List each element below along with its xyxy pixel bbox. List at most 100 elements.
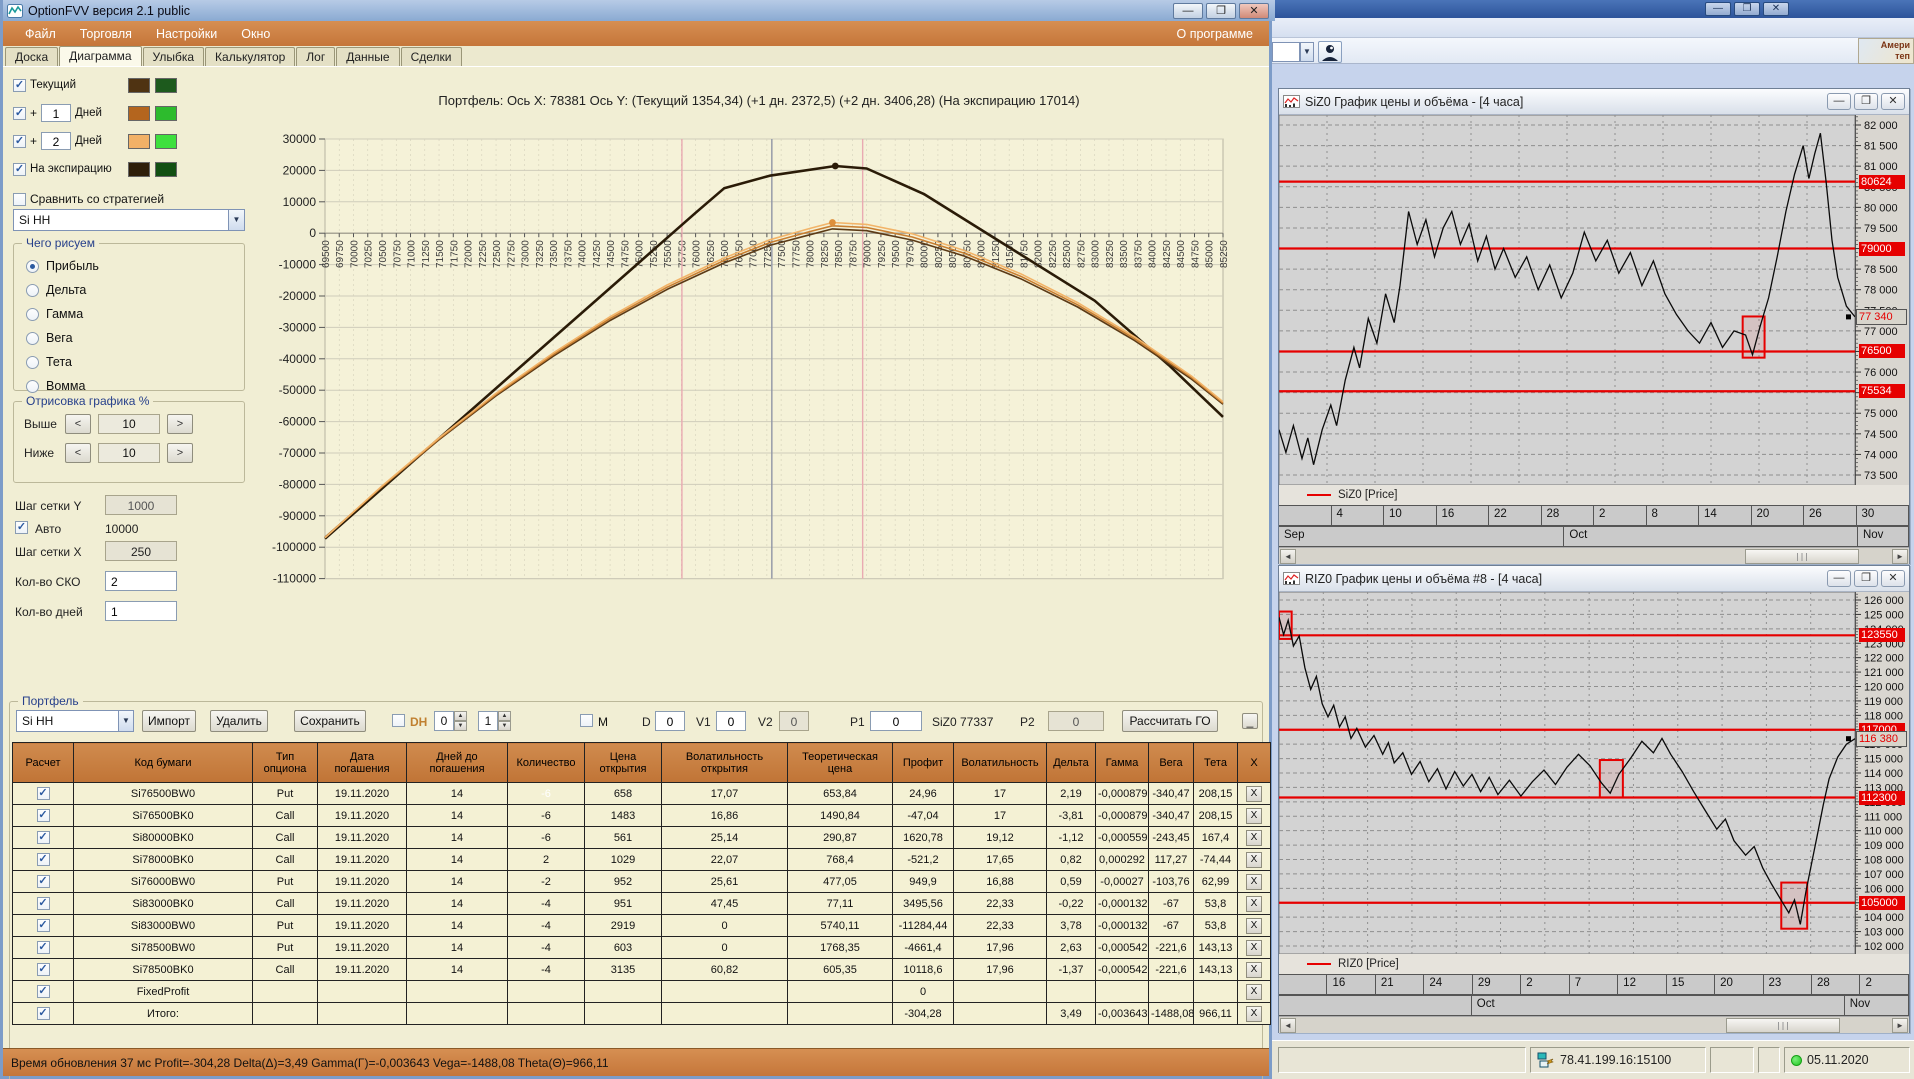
chevron-down-icon[interactable]: ▼: [228, 210, 244, 230]
restore-icon[interactable]: ❐: [1854, 93, 1878, 110]
table-row[interactable]: ✓ Si76500BW0 Put 19.11.2020 14 -6 658 17,07 653,…: [12, 782, 1271, 805]
siz0-scrollbar[interactable]: ◄ ►: [1279, 547, 1909, 564]
remove-row-button[interactable]: X: [1246, 939, 1262, 956]
increment-button[interactable]: >: [167, 443, 193, 463]
scroll-left-icon[interactable]: ◄: [1280, 549, 1296, 564]
scrollbar-thumb[interactable]: [1745, 549, 1859, 564]
series-checkbox[interactable]: ✓: [13, 106, 26, 120]
riz0-scrollbar[interactable]: ◄ ►: [1279, 1016, 1909, 1033]
sko-input[interactable]: [105, 571, 177, 591]
radio-icon[interactable]: [26, 379, 39, 393]
remove-row-button[interactable]: X: [1246, 961, 1262, 978]
row-enabled-checkbox[interactable]: ✓: [36, 919, 50, 932]
riz0-price-plot[interactable]: [1278, 591, 1856, 955]
table-row[interactable]: ✓ Si83000BK0 Call 19.11.2020 14 -4 951 47,45 77,…: [12, 892, 1271, 915]
row-enabled-checkbox[interactable]: ✓: [36, 809, 50, 822]
color-swatch[interactable]: [155, 133, 177, 149]
close-icon[interactable]: ✕: [1881, 570, 1905, 587]
row-enabled-checkbox[interactable]: ✓: [36, 831, 50, 844]
minimize-icon[interactable]: —: [1827, 570, 1851, 587]
close-icon[interactable]: ✕: [1881, 93, 1905, 110]
remove-row-button[interactable]: X: [1246, 785, 1262, 802]
spin-value[interactable]: 1: [478, 711, 498, 731]
draw-option-Гамма[interactable]: Гамма: [26, 302, 244, 326]
close-icon[interactable]: ✕: [1763, 2, 1789, 16]
tab-Улыбка[interactable]: Улыбка: [142, 47, 205, 66]
table-row[interactable]: ✓ Si80000BK0 Call 19.11.2020 14 -6 561 25,14 290…: [12, 826, 1271, 849]
decrement-button[interactable]: <: [65, 443, 91, 463]
restore-icon[interactable]: ❐: [1734, 2, 1760, 16]
minimize-icon[interactable]: —: [1173, 2, 1203, 19]
table-row[interactable]: ✓ Si78500BK0 Call 19.11.2020 14 -4 3135 60,82 60…: [12, 958, 1271, 981]
tab-Лог[interactable]: Лог: [296, 47, 336, 66]
color-swatch[interactable]: [128, 133, 150, 149]
terminal-combo-box[interactable]: [1272, 42, 1300, 62]
table-row[interactable]: ✓ Итого: -304,28 3,49 -0,003643 -1488,08 966,1…: [12, 1002, 1271, 1025]
spin-up-icon[interactable]: ▲: [454, 711, 467, 721]
chevron-down-icon[interactable]: ▼: [1300, 42, 1314, 62]
series-checkbox[interactable]: ✓: [13, 162, 26, 176]
v2-input[interactable]: [779, 711, 809, 731]
siz0-window-titlebar[interactable]: SiZ0 График цены и объёма - [4 часа] — ❐…: [1279, 89, 1909, 115]
row-enabled-checkbox[interactable]: ✓: [36, 941, 50, 954]
table-row[interactable]: ✓ Si78500BW0 Put 19.11.2020 14 -4 603 0 1768,35-…: [12, 936, 1271, 959]
minimize-icon[interactable]: —: [1827, 93, 1851, 110]
tab-Данные[interactable]: Данные: [336, 47, 400, 66]
row-enabled-checkbox[interactable]: ✓: [36, 787, 50, 800]
spin-down-icon[interactable]: ▼: [454, 721, 467, 731]
chevron-down-icon[interactable]: ▼: [118, 711, 133, 731]
remove-row-button[interactable]: X: [1246, 895, 1262, 912]
spin-up-icon[interactable]: ▲: [498, 711, 511, 721]
remove-row-button[interactable]: X: [1246, 873, 1262, 890]
draw-option-Прибыль[interactable]: Прибыль: [26, 254, 244, 278]
remove-row-button[interactable]: X: [1246, 851, 1262, 868]
restore-icon[interactable]: ❐: [1206, 2, 1236, 19]
tab-Диаграмма[interactable]: Диаграмма: [59, 46, 142, 66]
color-swatch[interactable]: [155, 77, 177, 93]
days-count-input[interactable]: [105, 601, 177, 621]
scroll-right-icon[interactable]: ►: [1892, 1018, 1908, 1033]
v1-input[interactable]: [716, 711, 746, 731]
instrument-select[interactable]: Si HH ▼: [13, 209, 245, 231]
draw-option-Дельта[interactable]: Дельта: [26, 278, 244, 302]
color-swatch[interactable]: [155, 105, 177, 121]
menu-about[interactable]: О программе: [1177, 27, 1259, 41]
collapse-button[interactable]: _: [1242, 713, 1258, 729]
m-checkbox[interactable]: [580, 714, 593, 727]
calc-margin-button[interactable]: Рассчитать ГО: [1122, 710, 1218, 732]
series-checkbox[interactable]: ✓: [13, 78, 26, 92]
restore-icon[interactable]: ❐: [1854, 570, 1878, 587]
increment-button[interactable]: >: [167, 414, 193, 434]
auto-checkbox[interactable]: ✓: [15, 521, 28, 534]
menu-item-Торговля[interactable]: Торговля: [68, 24, 144, 44]
menu-item-Настройки[interactable]: Настройки: [144, 24, 229, 44]
row-enabled-checkbox[interactable]: ✓: [36, 985, 50, 998]
radio-icon[interactable]: [26, 307, 39, 321]
menu-item-Окно[interactable]: Окно: [229, 24, 282, 44]
spin-value[interactable]: 0: [434, 711, 454, 731]
user-button[interactable]: [1318, 41, 1342, 63]
remove-row-button[interactable]: X: [1246, 807, 1262, 824]
remove-row-button[interactable]: X: [1246, 1005, 1262, 1022]
color-swatch[interactable]: [128, 161, 150, 177]
row-enabled-checkbox[interactable]: ✓: [36, 875, 50, 888]
color-swatch[interactable]: [128, 105, 150, 121]
days-offset-input[interactable]: [41, 132, 72, 150]
spin-down-icon[interactable]: ▼: [498, 721, 511, 731]
tab-Сделки[interactable]: Сделки: [400, 47, 462, 66]
menu-item-Файл[interactable]: Файл: [13, 24, 68, 44]
table-row[interactable]: ✓ Si76500BK0 Call 19.11.2020 14 -6 1483 16,86 14…: [12, 804, 1271, 827]
dh-spin-a[interactable]: 0 ▲ ▼: [434, 711, 467, 731]
series-checkbox[interactable]: ✓: [13, 134, 26, 148]
d-input[interactable]: [655, 711, 685, 731]
tab-Калькулятор[interactable]: Калькулятор: [205, 47, 296, 66]
tab-Доска[interactable]: Доска: [5, 47, 59, 66]
save-button[interactable]: Сохранить: [294, 710, 366, 732]
color-swatch[interactable]: [128, 77, 150, 93]
p1-input[interactable]: [870, 711, 922, 731]
dh-checkbox[interactable]: [392, 714, 405, 727]
app-titlebar[interactable]: OptionFVV версия 2.1 public — ❐ ✕: [3, 0, 1275, 21]
color-swatch[interactable]: [155, 161, 177, 177]
portfolio-chart-svg[interactable]: 30000 20000 10000 0 -10000 -20000 -30000 -40000…: [249, 115, 1269, 615]
scroll-left-icon[interactable]: ◄: [1280, 1018, 1296, 1033]
